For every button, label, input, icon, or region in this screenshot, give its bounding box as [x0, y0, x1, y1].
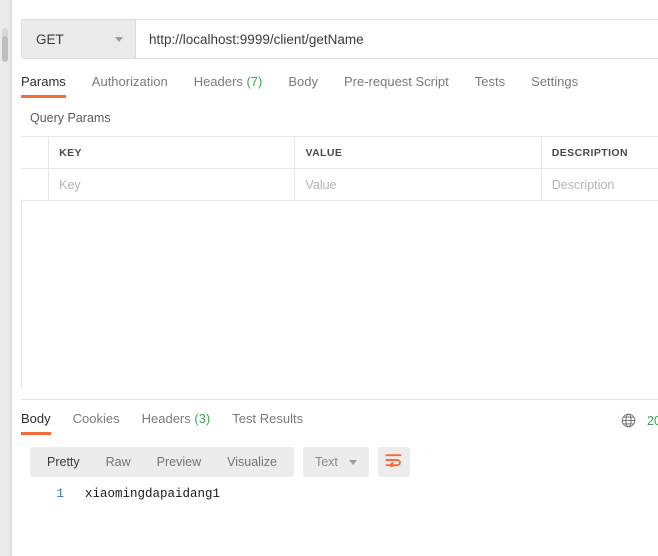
- request-response-panel: GET http://localhost:9999/client/getName…: [11, 0, 658, 556]
- response-tab-headers-count: (3): [194, 411, 211, 426]
- key-input[interactable]: Key: [49, 169, 296, 200]
- response-tab-cookies[interactable]: Cookies: [73, 411, 120, 435]
- response-tab-test-results[interactable]: Test Results: [232, 411, 303, 435]
- response-tab-test-results-label: Test Results: [232, 411, 304, 426]
- code-line: 1 xiaomingdapaidang1: [30, 487, 658, 501]
- response-format-label: Text: [314, 455, 338, 469]
- response-body-code: 1 xiaomingdapaidang1: [30, 487, 658, 501]
- chevron-down-icon: [115, 36, 123, 42]
- tab-body[interactable]: Body: [288, 74, 318, 98]
- http-method-label: GET: [36, 31, 64, 47]
- query-params-table: KEY VALUE DESCRIPTION Key Value Descript…: [21, 136, 658, 201]
- table-header-row: KEY VALUE DESCRIPTION: [21, 137, 658, 169]
- tab-authorization-label: Authorization: [91, 74, 168, 89]
- response-view-toolbar: Pretty Raw Preview Visualize Text: [30, 447, 410, 477]
- response-tab-headers[interactable]: Headers (3): [142, 411, 211, 435]
- line-number: 1: [56, 487, 64, 501]
- url-input[interactable]: http://localhost:9999/client/getName: [136, 20, 658, 58]
- tab-pre-request-script[interactable]: Pre-request Script: [344, 74, 449, 98]
- tab-headers-count: (7): [246, 74, 263, 89]
- left-scrollbar-rail[interactable]: [0, 0, 11, 556]
- response-view-modes: Pretty Raw Preview Visualize: [30, 447, 294, 477]
- response-divider: [21, 399, 658, 400]
- view-mode-raw[interactable]: Raw: [93, 447, 144, 477]
- wrap-lines-icon: [385, 453, 402, 472]
- view-mode-visualize[interactable]: Visualize: [214, 447, 290, 477]
- request-tabs: Params Authorization Headers (7) Body Pr…: [21, 74, 604, 104]
- line-content: xiaomingdapaidang1: [85, 487, 221, 501]
- tab-tests-label: Tests: [474, 74, 506, 89]
- response-status: 200: [620, 412, 658, 429]
- scrollbar-thumb[interactable]: [2, 36, 8, 62]
- chevron-down-icon: [348, 459, 357, 465]
- tab-pre-request-script-label: Pre-request Script: [343, 74, 449, 89]
- tab-tests[interactable]: Tests: [475, 74, 505, 98]
- wrap-lines-button[interactable]: [377, 447, 410, 477]
- row-checkbox[interactable]: [21, 169, 50, 200]
- description-input[interactable]: Description: [542, 169, 658, 200]
- tab-headers[interactable]: Headers (7): [194, 74, 263, 98]
- globe-icon[interactable]: [620, 412, 637, 429]
- header-checkbox-cell: [21, 137, 50, 168]
- tab-settings-label: Settings: [531, 74, 579, 89]
- response-tabs: Body Cookies Headers (3) Test Results: [21, 411, 325, 435]
- view-mode-preview[interactable]: Preview: [144, 447, 214, 477]
- http-method-selector[interactable]: GET: [22, 20, 136, 58]
- response-tab-body[interactable]: Body: [21, 411, 51, 435]
- header-value: VALUE: [295, 137, 542, 168]
- header-description: DESCRIPTION: [551, 146, 628, 159]
- table-row: Key Value Description: [21, 169, 658, 200]
- response-format-selector[interactable]: Text: [302, 447, 369, 477]
- tab-params-label: Params: [21, 74, 66, 89]
- tab-body-label: Body: [288, 74, 318, 89]
- query-params-label: Query Params: [30, 111, 111, 125]
- response-tab-headers-label: Headers: [141, 411, 191, 426]
- tab-headers-label: Headers: [193, 74, 243, 89]
- tab-params[interactable]: Params: [21, 74, 66, 98]
- response-tab-cookies-label: Cookies: [72, 411, 120, 426]
- params-empty-area: [21, 199, 658, 389]
- value-input[interactable]: Value: [295, 169, 542, 200]
- url-bar: GET http://localhost:9999/client/getName: [21, 19, 658, 59]
- tab-authorization[interactable]: Authorization: [92, 74, 168, 98]
- response-tab-body-label: Body: [21, 411, 51, 426]
- header-key: KEY: [49, 137, 296, 168]
- tab-settings[interactable]: Settings: [531, 74, 578, 98]
- view-mode-pretty[interactable]: Pretty: [34, 447, 93, 477]
- status-code: 200: [647, 413, 658, 428]
